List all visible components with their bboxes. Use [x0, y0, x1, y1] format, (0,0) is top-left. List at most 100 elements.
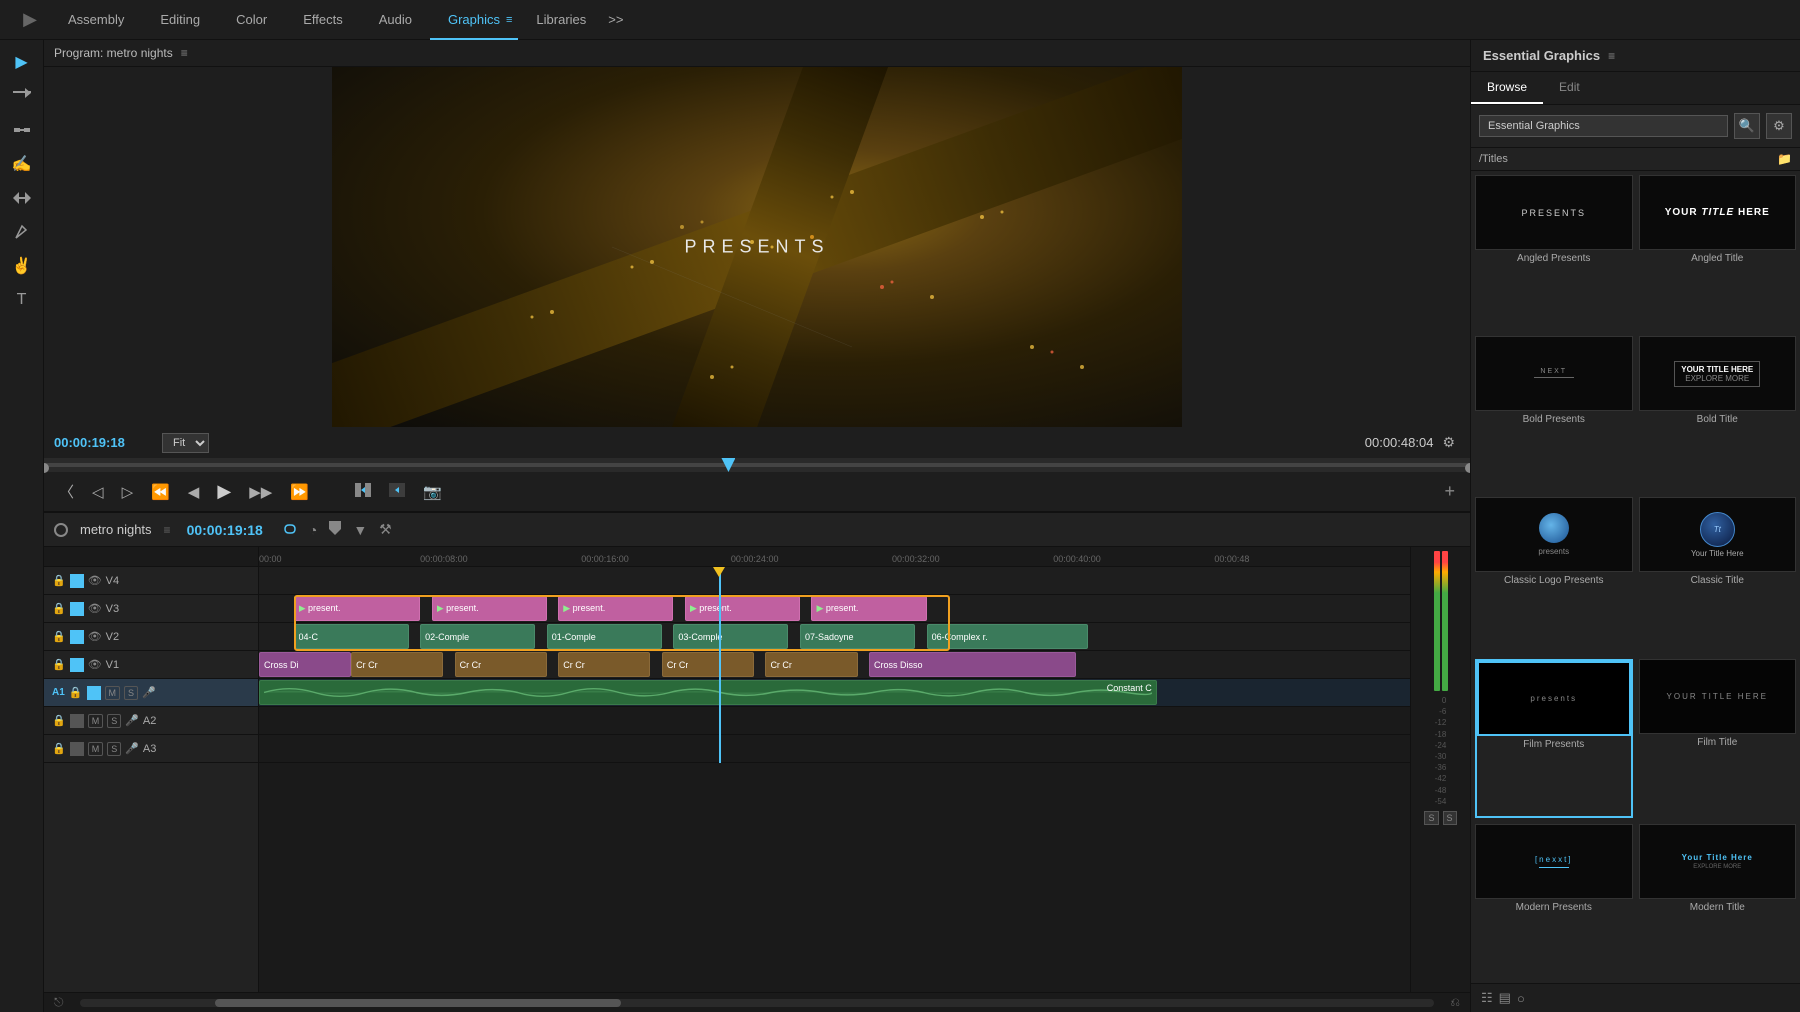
- template-film-presents[interactable]: presents Film Presents: [1475, 659, 1633, 818]
- v4-eye[interactable]: 👁: [88, 574, 102, 587]
- v3-toggle[interactable]: [70, 602, 84, 616]
- nav-editing[interactable]: Editing: [142, 0, 218, 40]
- template-modern-presents[interactable]: [nexxt] Modern Presents: [1475, 824, 1633, 979]
- panel-menu-icon[interactable]: ≡: [1608, 49, 1615, 63]
- template-bold-title[interactable]: YOUR TITLE HERE EXPLORE MORE Bold Title: [1639, 336, 1797, 491]
- tl-footer-icon-1[interactable]: ⎋: [54, 995, 64, 1010]
- tab-edit[interactable]: Edit: [1543, 72, 1596, 104]
- tl-tool-link[interactable]: [279, 519, 301, 540]
- clip-v3-1[interactable]: ▶ present.: [294, 596, 421, 621]
- tool-pen[interactable]: [7, 218, 37, 246]
- clip-a1[interactable]: Constant C: [259, 680, 1157, 705]
- clip-v2-4[interactable]: 03-Comple: [673, 624, 788, 649]
- a3-toggle[interactable]: [70, 742, 84, 756]
- graphics-menu-icon[interactable]: ≡: [506, 14, 512, 26]
- clip-v1-4[interactable]: Cr Cr: [558, 652, 650, 677]
- tl-tool-wrench[interactable]: ⚒: [375, 519, 396, 540]
- v4-toggle[interactable]: [70, 574, 84, 588]
- template-film-title[interactable]: YOUR TITLE HERE Film Title: [1639, 659, 1797, 818]
- settings-btn[interactable]: ⚙: [1437, 431, 1460, 454]
- a3-solo[interactable]: S: [107, 742, 121, 756]
- clip-v3-3[interactable]: ▶ present.: [558, 596, 673, 621]
- tab-browse[interactable]: Browse: [1471, 72, 1543, 104]
- tl-footer-icon-2[interactable]: ⎌: [1450, 995, 1460, 1010]
- template-angled-presents[interactable]: PRESENTS Angled Presents: [1475, 175, 1633, 330]
- a1-lock[interactable]: 🔒: [69, 686, 83, 699]
- panel-bottom-list-icon[interactable]: ☷: [1481, 990, 1493, 1006]
- tool-hand[interactable]: ✌: [7, 252, 37, 280]
- template-bold-presents[interactable]: NEXT Bold Presents: [1475, 336, 1633, 491]
- a1-toggle[interactable]: [87, 686, 101, 700]
- monitor-menu-icon[interactable]: ≡: [181, 46, 188, 60]
- graphics-source-dropdown[interactable]: Essential Graphics: [1479, 115, 1728, 137]
- goto-in-btn[interactable]: ⏪: [146, 480, 175, 504]
- a3-mute[interactable]: M: [88, 742, 104, 756]
- a2-lock[interactable]: 🔒: [52, 714, 66, 727]
- template-classic-logo-presents[interactable]: presents Classic Logo Presents: [1475, 497, 1633, 652]
- clip-v2-3[interactable]: 01-Comple: [547, 624, 662, 649]
- v4-lock[interactable]: 🔒: [52, 574, 66, 587]
- panel-bottom-circle-icon[interactable]: ○: [1517, 991, 1525, 1006]
- nav-libraries[interactable]: Libraries: [518, 0, 604, 40]
- insert-btn[interactable]: [350, 480, 376, 504]
- a2-toggle[interactable]: [70, 714, 84, 728]
- v1-eye[interactable]: 👁: [88, 658, 102, 671]
- path-home-icon[interactable]: 📁: [1777, 152, 1792, 166]
- tl-tool-magnet[interactable]: ◔: [305, 519, 321, 540]
- filter-new-btn[interactable]: ⚙: [1766, 113, 1792, 139]
- tl-tool-settings[interactable]: ▼: [349, 519, 371, 540]
- vu-s2[interactable]: S: [1443, 811, 1457, 825]
- tool-ripple[interactable]: [7, 116, 37, 144]
- timeline-menu-icon[interactable]: ≡: [164, 523, 171, 537]
- nav-audio[interactable]: Audio: [361, 0, 430, 40]
- nav-color[interactable]: Color: [218, 0, 285, 40]
- monitor-scrubber[interactable]: [44, 458, 1470, 472]
- mark-out-right-btn[interactable]: ▷: [117, 480, 139, 504]
- play-btn[interactable]: ▶: [212, 478, 236, 505]
- filter-search-btn[interactable]: 🔍: [1734, 113, 1760, 139]
- nav-graphics[interactable]: Graphics: [430, 0, 518, 40]
- step-fwd-btn[interactable]: ▶▶: [244, 480, 277, 504]
- timeline-close-btn[interactable]: [54, 523, 68, 537]
- vu-s1[interactable]: S: [1424, 811, 1438, 825]
- a3-lock[interactable]: 🔒: [52, 742, 66, 755]
- mark-out-left-btn[interactable]: ◁: [87, 480, 109, 504]
- clip-v1-5[interactable]: Cr Cr: [662, 652, 754, 677]
- clip-v1-1[interactable]: Cross Di: [259, 652, 351, 677]
- a1-mute[interactable]: M: [105, 686, 121, 700]
- a2-mute[interactable]: M: [88, 714, 104, 728]
- a2-mic[interactable]: 🎤: [125, 714, 139, 727]
- a1-solo[interactable]: S: [124, 686, 138, 700]
- mark-in-btn[interactable]: 〈: [54, 478, 79, 505]
- template-modern-title[interactable]: Your Title Here EXPLORE MORE Modern Titl…: [1639, 824, 1797, 979]
- add-btn[interactable]: +: [1439, 478, 1460, 505]
- clip-v2-6[interactable]: 06-Complex r.: [927, 624, 1088, 649]
- clip-v2-1[interactable]: 04-C: [294, 624, 409, 649]
- a2-solo[interactable]: S: [107, 714, 121, 728]
- step-back-btn[interactable]: ◀: [183, 480, 205, 504]
- tool-track-select[interactable]: [7, 82, 37, 110]
- tool-slip[interactable]: [7, 184, 37, 212]
- v2-toggle[interactable]: [70, 630, 84, 644]
- template-angled-title[interactable]: YOUR TITLE HERE Angled Title: [1639, 175, 1797, 330]
- overwrite-btn[interactable]: [384, 480, 410, 504]
- camera-btn[interactable]: 📷: [418, 480, 447, 504]
- v3-eye[interactable]: 👁: [88, 602, 102, 615]
- tl-zoom-bar[interactable]: [80, 999, 1435, 1007]
- tool-razor[interactable]: ✍: [7, 150, 37, 178]
- v2-lock[interactable]: 🔒: [52, 630, 66, 643]
- a1-mic[interactable]: 🎤: [142, 686, 156, 699]
- v2-eye[interactable]: 👁: [88, 630, 102, 643]
- panel-bottom-grid-icon[interactable]: ▤: [1499, 990, 1511, 1006]
- clip-v2-5[interactable]: 07-Sadoyne: [800, 624, 915, 649]
- nav-effects[interactable]: Effects: [285, 0, 361, 40]
- v1-lock[interactable]: 🔒: [52, 658, 66, 671]
- clip-v2-2[interactable]: 02-Comple: [420, 624, 535, 649]
- clip-v1-2[interactable]: Cr Cr: [351, 652, 443, 677]
- tool-select[interactable]: ▶: [7, 48, 37, 76]
- a3-mic[interactable]: 🎤: [125, 742, 139, 755]
- tool-text[interactable]: T: [7, 286, 37, 314]
- clip-v3-5[interactable]: ▶ present.: [811, 596, 926, 621]
- v3-lock[interactable]: 🔒: [52, 602, 66, 615]
- v1-toggle[interactable]: [70, 658, 84, 672]
